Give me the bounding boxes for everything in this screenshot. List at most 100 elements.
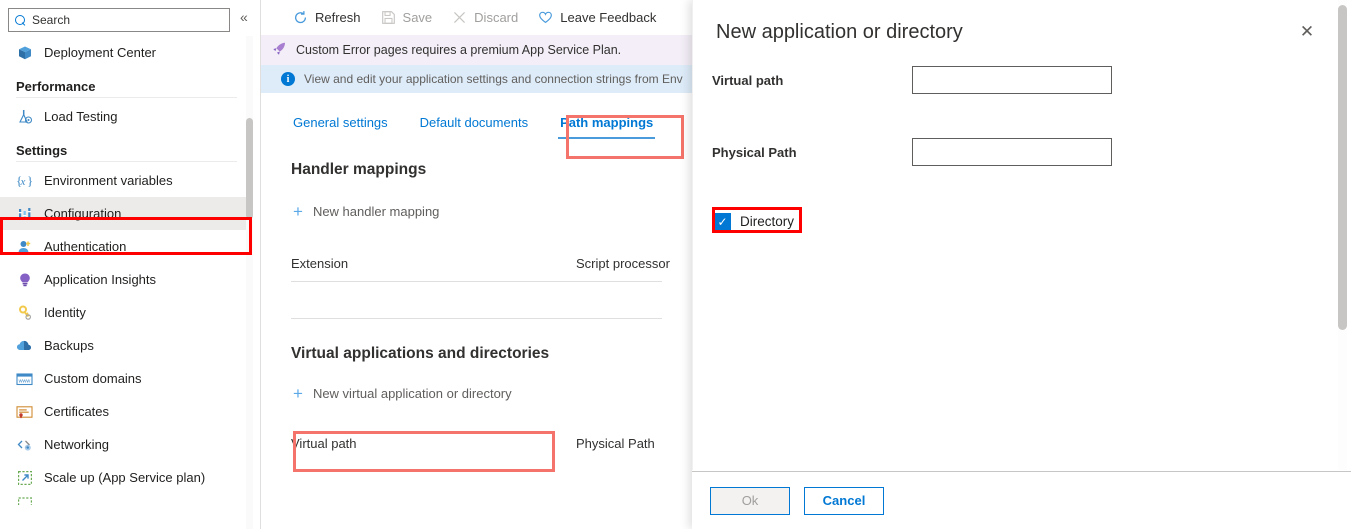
- close-x-icon: [452, 10, 467, 25]
- new-handler-mapping-button[interactable]: + New handler mapping: [279, 195, 449, 228]
- sidebar-item-environment-variables[interactable]: { x } Environment variables: [0, 164, 253, 197]
- sidebar-group-performance: Performance: [0, 69, 253, 97]
- sidebar-search: Search: [8, 8, 230, 32]
- panel-body: Virtual path Physical Path ✓ Directory: [692, 60, 1351, 470]
- save-icon: [381, 10, 396, 25]
- panel-title: New application or directory: [716, 21, 963, 44]
- sidebar-nav-list: Deployment Center Performance Load Testi…: [0, 36, 253, 508]
- sidebar-item-authentication[interactable]: Authentication: [0, 230, 253, 263]
- refresh-button[interactable]: Refresh: [283, 3, 371, 33]
- sidebar-item-scale-up[interactable]: Scale up (App Service plan): [0, 461, 253, 494]
- panel-scrollbar-thumb[interactable]: [1338, 5, 1347, 330]
- tab-label: General settings: [293, 115, 388, 130]
- sidebar-item-deployment-center[interactable]: Deployment Center: [0, 36, 253, 69]
- sidebar-item-label: Scale up (App Service plan): [44, 470, 205, 485]
- checkmark-icon: ✓: [717, 216, 727, 228]
- close-icon[interactable]: ✕: [1297, 22, 1317, 42]
- sidebar-item-application-insights[interactable]: Application Insights: [0, 263, 253, 296]
- plus-icon: +: [293, 203, 303, 220]
- sidebar-item-identity[interactable]: Identity: [0, 296, 253, 329]
- column-header-physical-path: Physical Path: [576, 436, 655, 451]
- discard-button[interactable]: Discard: [442, 3, 528, 33]
- sidebar-item-label: Networking: [44, 437, 109, 452]
- sidebar-item-networking[interactable]: Networking: [0, 428, 253, 461]
- cube-icon: [16, 44, 33, 61]
- warning-banner: Custom Error pages requires a premium Ap…: [261, 35, 692, 65]
- lightbulb-icon: [16, 271, 33, 288]
- table-rule: [291, 281, 662, 282]
- sidebar: Search « Deployment Center Performance: [0, 0, 253, 529]
- search-input[interactable]: Search: [8, 8, 230, 32]
- directory-checkbox[interactable]: ✓ Directory: [712, 210, 798, 233]
- rocket-icon: [271, 41, 287, 60]
- sidebar-item-label: Deployment Center: [44, 45, 156, 60]
- refresh-label: Refresh: [315, 10, 361, 25]
- sidebar-item-custom-domains[interactable]: www Custom domains: [0, 362, 253, 395]
- plus-icon: +: [293, 385, 303, 402]
- virtual-path-label: Virtual path: [712, 73, 912, 88]
- sidebar-item-label: Custom domains: [44, 371, 142, 386]
- svg-text:www: www: [18, 378, 31, 384]
- sidebar-divider: [16, 161, 237, 162]
- sidebar-scrollbar-track[interactable]: [246, 36, 253, 529]
- scale-out-icon: [16, 493, 33, 510]
- warning-banner-text: Custom Error pages requires a premium Ap…: [296, 43, 621, 57]
- tab-path-mappings[interactable]: Path mappings: [558, 115, 655, 139]
- sidebar-group-settings: Settings: [0, 133, 253, 161]
- virtual-applications-title: Virtual applications and directories: [261, 319, 692, 363]
- sidebar-item-partial[interactable]: [0, 494, 253, 508]
- tab-label: Path mappings: [560, 115, 653, 130]
- new-handler-mapping-label: New handler mapping: [313, 204, 439, 219]
- panel-header: New application or directory: [692, 0, 1351, 64]
- virtual-path-row: Virtual path: [692, 66, 1351, 94]
- key-icon: [16, 304, 33, 321]
- sidebar-item-label: Backups: [44, 338, 94, 353]
- virtual-table-header: Virtual path Physical Path: [261, 436, 692, 451]
- column-header-extension: Extension: [291, 256, 576, 271]
- tab-default-documents[interactable]: Default documents: [418, 115, 530, 139]
- physical-path-row: Physical Path: [692, 138, 1351, 166]
- info-banner-text: View and edit your application settings …: [304, 72, 683, 86]
- certificate-icon: [16, 403, 33, 420]
- feedback-label: Leave Feedback: [560, 10, 656, 25]
- sidebar-item-backups[interactable]: Backups: [0, 329, 253, 362]
- cancel-button[interactable]: Cancel: [804, 487, 884, 515]
- search-placeholder: Search: [32, 13, 70, 27]
- save-button[interactable]: Save: [371, 3, 443, 33]
- sidebar-divider: [16, 97, 237, 98]
- sidebar-item-label: Load Testing: [44, 109, 118, 124]
- new-virtual-application-label: New virtual application or directory: [313, 386, 512, 401]
- sidebar-item-label: Environment variables: [44, 173, 173, 188]
- cloud-icon: [16, 337, 33, 354]
- command-toolbar: Refresh Save Discard: [261, 0, 692, 35]
- panel-footer: Ok Cancel: [692, 471, 1351, 529]
- sidebar-item-configuration[interactable]: Configuration: [0, 197, 253, 230]
- scale-up-icon: [16, 469, 33, 486]
- chevron-double-left-icon[interactable]: «: [240, 10, 248, 24]
- column-header-script-processor: Script processor: [576, 256, 670, 271]
- checkbox-box[interactable]: ✓: [714, 213, 731, 230]
- sidebar-item-label: Certificates: [44, 404, 109, 419]
- new-virtual-application-button[interactable]: + New virtual application or directory: [279, 377, 522, 410]
- tab-general-settings[interactable]: General settings: [291, 115, 390, 139]
- physical-path-input[interactable]: [912, 138, 1112, 166]
- tab-bar: General settings Default documents Path …: [261, 93, 692, 139]
- sidebar-scrollbar-thumb[interactable]: [246, 118, 253, 219]
- sidebar-item-certificates[interactable]: Certificates: [0, 395, 253, 428]
- virtual-path-input[interactable]: [912, 66, 1112, 94]
- network-icon: [16, 436, 33, 453]
- braces-x-icon: { x }: [16, 172, 33, 189]
- handler-table-header: Extension Script processor: [261, 256, 692, 271]
- discard-label: Discard: [474, 10, 518, 25]
- column-header-virtual-path: Virtual path: [291, 436, 576, 451]
- ok-button[interactable]: Ok: [710, 487, 790, 515]
- heart-icon: [538, 10, 553, 25]
- sidebar-item-load-testing[interactable]: Load Testing: [0, 100, 253, 133]
- physical-path-label: Physical Path: [712, 145, 912, 160]
- new-application-or-directory-panel: New application or directory ✕ Virtual p…: [692, 0, 1351, 529]
- sidebar-item-label: Configuration: [44, 206, 121, 221]
- leave-feedback-button[interactable]: Leave Feedback: [528, 3, 666, 33]
- refresh-icon: [293, 10, 308, 25]
- svg-text:}: }: [27, 173, 33, 188]
- main-content: Refresh Save Discard: [261, 0, 692, 529]
